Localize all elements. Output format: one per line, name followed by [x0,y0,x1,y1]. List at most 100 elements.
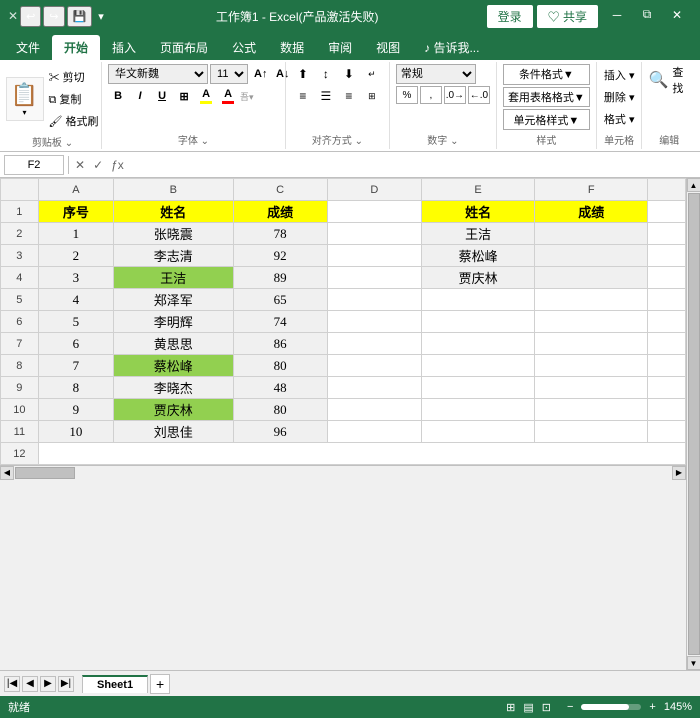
col-header-a[interactable]: A [38,179,113,201]
cell-a10[interactable]: 9 [38,399,113,421]
cell-b10[interactable]: 贾庆林 [114,399,233,421]
paste-button[interactable]: 📋 ▾ [6,77,44,121]
cell-c5[interactable]: 65 [233,289,327,311]
cell-d1[interactable] [327,201,421,223]
cell-b9[interactable]: 李晓杰 [114,377,233,399]
sheet-tab-sheet1[interactable]: Sheet1 [82,675,148,693]
cell-d6[interactable] [327,311,421,333]
cell-a8[interactable]: 7 [38,355,113,377]
delete-cell-button[interactable]: 删除 ▾ [603,86,636,108]
tab-formulas[interactable]: 公式 [220,35,268,60]
cell-b11[interactable]: 刘思佳 [114,421,233,443]
scroll-down-button[interactable]: ▼ [687,656,700,670]
cell-b3[interactable]: 李志清 [114,245,233,267]
formula-input[interactable] [130,155,696,175]
cell-c10[interactable]: 80 [233,399,327,421]
cell-f6[interactable] [535,311,648,333]
cell-a4[interactable]: 3 [38,267,113,289]
col-header-d[interactable]: D [327,179,421,201]
underline-button[interactable]: U [152,86,172,106]
align-top-button[interactable]: ⬆ [292,64,314,84]
cell-b4[interactable]: 王洁 [114,267,233,289]
cell-e1[interactable]: 姓名 [422,201,535,223]
tab-data[interactable]: 数据 [268,35,316,60]
cell-d2[interactable] [327,223,421,245]
cell-c7[interactable]: 86 [233,333,327,355]
wrap-text-button[interactable]: ↵ [361,64,383,84]
cell-e7[interactable] [422,333,535,355]
conditional-format-button[interactable]: 条件格式▼ [503,64,590,85]
number-format-select[interactable]: 常规 [396,64,476,84]
cell-e4[interactable]: 贾庆林 [422,267,535,289]
cell-e5[interactable] [422,289,535,311]
cell-f9[interactable] [535,377,648,399]
scroll-left-button[interactable]: ◀ [0,466,14,480]
tab-review[interactable]: 审阅 [316,35,364,60]
cell-f11[interactable] [535,421,648,443]
cell-a1[interactable]: 序号 [38,201,113,223]
sheet-first-button[interactable]: |◀ [4,676,20,692]
cell-c3[interactable]: 92 [233,245,327,267]
v-scroll-thumb[interactable] [688,193,700,655]
sheet-prev-button[interactable]: ◀ [22,676,38,692]
cell-d5[interactable] [327,289,421,311]
cell-d7[interactable] [327,333,421,355]
border-button[interactable]: ⊞ [174,86,194,106]
confirm-formula-icon[interactable]: ✓ [91,158,105,172]
cell-a11[interactable]: 10 [38,421,113,443]
decrease-decimal-button[interactable]: ←.0 [468,86,490,104]
increase-decimal-button[interactable]: .0→ [444,86,466,104]
cell-c9[interactable]: 48 [233,377,327,399]
col-header-e[interactable]: E [422,179,535,201]
font-size-select[interactable]: 11 [210,64,248,84]
cell-d3[interactable] [327,245,421,267]
cell-c2[interactable]: 78 [233,223,327,245]
format-painter-button[interactable]: 🖌 格式刷 [48,111,100,131]
cell-reference-input[interactable] [4,155,64,175]
increase-font-button[interactable]: A↑ [250,64,270,84]
cell-f1[interactable]: 成绩 [535,201,648,223]
cell-d4[interactable] [327,267,421,289]
insert-function-icon[interactable]: ƒx [109,158,126,172]
cell-f7[interactable] [535,333,648,355]
cell-d10[interactable] [327,399,421,421]
undo-button[interactable]: ↩ [20,6,41,27]
customize-btn[interactable]: ▾ [94,8,108,25]
cell-f4[interactable] [535,267,648,289]
view-normal-icon[interactable]: ⊞ [506,701,515,714]
tab-pagelayout[interactable]: 页面布局 [148,35,220,60]
empty-row-12[interactable] [38,443,685,465]
tab-file[interactable]: 文件 [4,35,52,60]
view-layout-icon[interactable]: ▤ [523,701,533,714]
cell-a9[interactable]: 8 [38,377,113,399]
cell-a3[interactable]: 2 [38,245,113,267]
percent-button[interactable]: % [396,86,418,104]
redo-button[interactable]: ↪ [43,6,64,27]
cell-b1[interactable]: 姓名 [114,201,233,223]
cell-a6[interactable]: 5 [38,311,113,333]
tab-view[interactable]: 视图 [364,35,412,60]
cell-c4[interactable]: 89 [233,267,327,289]
new-sheet-button[interactable]: + [150,674,170,694]
cell-a5[interactable]: 4 [38,289,113,311]
table-format-button[interactable]: 套用表格格式▼ [503,87,590,108]
align-right-button[interactable]: ≡ [338,86,360,106]
cell-d8[interactable] [327,355,421,377]
save-button[interactable]: 💾 [67,6,93,27]
cell-e8[interactable] [422,355,535,377]
col-header-c[interactable]: C [233,179,327,201]
italic-button[interactable]: I [130,86,150,106]
cell-c6[interactable]: 74 [233,311,327,333]
cell-style-button[interactable]: 单元格样式▼ [503,109,590,130]
cell-b8[interactable]: 蔡松峰 [114,355,233,377]
cut-button[interactable]: ✂ 剪切 [48,67,100,87]
share-button[interactable]: ♡ 共享 [537,5,598,28]
cell-e2[interactable]: 王洁 [422,223,535,245]
cell-b7[interactable]: 黄思思 [114,333,233,355]
cell-f8[interactable] [535,355,648,377]
insert-cell-button[interactable]: 插入 ▾ [603,64,636,86]
comma-button[interactable]: , [420,86,442,104]
restore-button[interactable]: ⧉ [632,5,662,25]
cell-a7[interactable]: 6 [38,333,113,355]
col-header-b[interactable]: B [114,179,233,201]
